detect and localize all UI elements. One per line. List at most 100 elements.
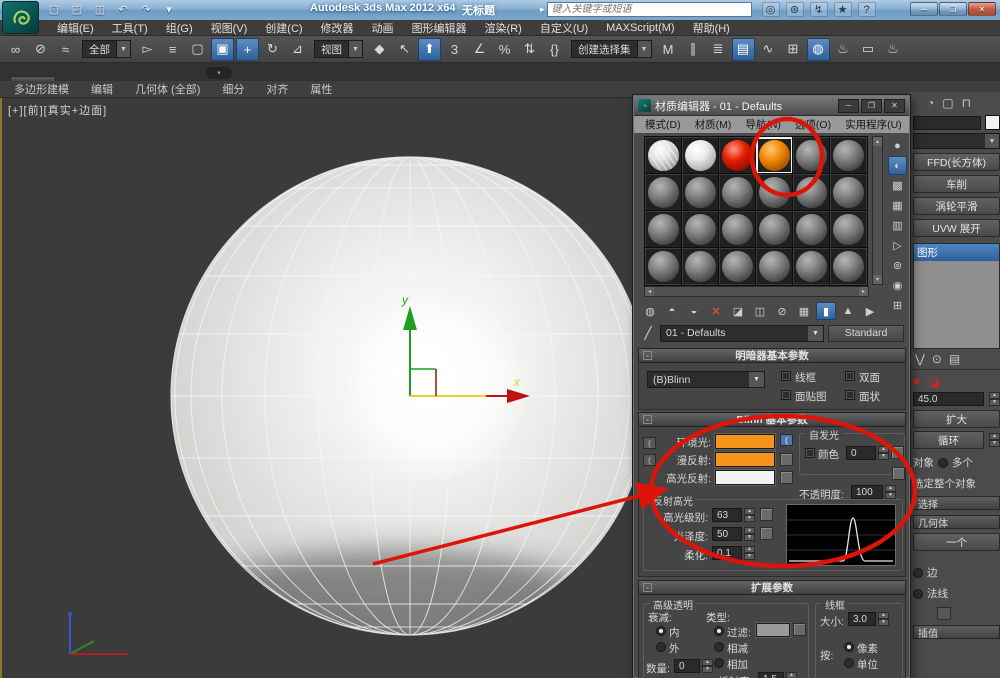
modifier-button-turbosmooth[interactable]: 涡轮平滑 (913, 197, 1000, 215)
modifier-button-uvw-unwrap[interactable]: UVW 展开 (913, 219, 1000, 237)
me-menu-item[interactable]: 实用程序(U) (838, 117, 909, 132)
select-and-manipulate-icon[interactable]: ↖ (393, 38, 416, 61)
face-map-checkbox[interactable] (781, 390, 791, 400)
angle-spinner[interactable]: ▲ ▼ (989, 392, 1000, 406)
key-icon[interactable]: ⊛ (785, 2, 804, 17)
named-selection-dropdown[interactable]: 创建选择集 ▼ (571, 40, 652, 58)
angle-snap-icon[interactable]: ∠ (468, 38, 491, 61)
ribbon-panel-label[interactable]: 多边形建模 (14, 81, 69, 97)
percent-snap-icon[interactable]: % (493, 38, 516, 61)
schematic-view-icon[interactable]: ⊞ (782, 38, 805, 61)
material-slot-1[interactable] (644, 136, 683, 175)
units-radio[interactable] (844, 658, 854, 668)
background-icon[interactable]: ▩ (888, 176, 907, 195)
collapse-icon[interactable]: - (643, 351, 652, 360)
undo-icon[interactable]: ↶ (113, 1, 133, 18)
ribbon-display-toggle[interactable]: ▾ (206, 67, 232, 79)
ribbon-panel-label[interactable]: 属性 (310, 81, 332, 97)
favorites-star-icon[interactable]: ★ (833, 2, 852, 17)
motion-tab-icon[interactable]: ◔ (927, 96, 934, 110)
collapse-icon[interactable]: - (643, 583, 652, 592)
diffuse-color-swatch[interactable] (715, 452, 775, 467)
specular-level-map-button[interactable] (760, 508, 773, 521)
amount-field[interactable]: 0 (674, 659, 700, 673)
edit-named-selections-icon[interactable]: {} (543, 38, 566, 61)
scroll-left-icon[interactable]: ◂ (645, 287, 654, 296)
select-rollout-bar[interactable]: 选择 (913, 496, 1000, 511)
normal-radio[interactable] (913, 588, 923, 599)
assign-material-to-selection-icon[interactable]: ◒ (684, 302, 704, 320)
material-slot-17[interactable] (792, 210, 831, 249)
multi-radio[interactable] (938, 457, 948, 468)
backlight-icon[interactable]: ◐ (888, 156, 907, 175)
menu-item[interactable]: 帮助(H) (684, 20, 739, 36)
material-editor-icon[interactable]: ◍ (806, 37, 830, 61)
stack-item-selected[interactable]: 图形 (914, 244, 999, 261)
select-and-move-icon[interactable]: + (236, 37, 259, 61)
open-file-icon[interactable]: ◰ (67, 1, 87, 18)
menu-item[interactable]: 图形编辑器 (403, 20, 476, 36)
wireframe-checkbox[interactable] (781, 371, 791, 381)
opacity-field[interactable]: 100 (851, 485, 883, 499)
menu-item[interactable]: 渲染(R) (476, 20, 531, 36)
get-material-icon[interactable]: ◍ (640, 302, 660, 320)
scroll-up-icon[interactable]: ▴ (873, 137, 882, 146)
keyboard-override-icon[interactable]: ⬆ (418, 37, 441, 61)
modifier-button-ffd[interactable]: FFD(长方体) (913, 153, 1000, 171)
blinn-basic-params-rollout[interactable]: - Blinn 基本参数 (638, 412, 906, 427)
material-slot-5[interactable] (792, 136, 831, 175)
object-color-swatch[interactable] (985, 115, 1000, 130)
menu-item[interactable]: 动画 (363, 20, 403, 36)
select-and-link-icon[interactable]: ∞ (4, 38, 27, 61)
reset-map-icon[interactable]: ✕ (706, 302, 726, 320)
unlink-selection-icon[interactable]: ⊘ (29, 38, 52, 61)
faceted-checkbox[interactable] (845, 390, 855, 400)
material-slot-4[interactable] (755, 136, 794, 175)
sample-uv-tiling-icon[interactable]: ▦ (888, 196, 907, 215)
menu-item[interactable]: 工具(T) (103, 20, 157, 36)
filter-map-button[interactable] (793, 623, 806, 636)
reference-coordinate-dropdown[interactable]: 视图 ▼ (314, 40, 363, 58)
shader-type-dropdown[interactable]: (B)Blinn ▼ (647, 371, 765, 388)
graphite-toggle-icon[interactable]: ▤ (731, 37, 755, 61)
select-whole-object-label[interactable]: 选定整个对象 (913, 476, 1000, 491)
menu-item[interactable]: 自定义(U) (531, 20, 597, 36)
selection-filter-dropdown[interactable]: 全部 ▼ (82, 40, 131, 58)
shader-basic-params-rollout[interactable]: - 明暗器基本参数 (638, 348, 906, 363)
pixels-radio[interactable] (844, 642, 854, 652)
slots-vertical-scrollbar[interactable]: ▴ ▾ (872, 136, 883, 285)
search-input[interactable] (546, 2, 752, 17)
material-slot-18[interactable] (829, 210, 868, 249)
close-button[interactable]: ✕ (968, 2, 996, 16)
options-icon[interactable]: ⊚ (888, 256, 907, 275)
material-slot-16[interactable] (755, 210, 794, 249)
size-spinner[interactable]: ▲ ▼ (878, 612, 889, 626)
opacity-map-button[interactable] (892, 467, 905, 480)
ior-field[interactable]: 1.5 (758, 672, 784, 678)
material-slot-8[interactable] (681, 173, 720, 212)
material-editor-titlebar[interactable]: ◔ 材质编辑器 - 01 - Defaults ─ ❐ ✕ (634, 96, 909, 116)
render-setup-icon[interactable]: ♨ (832, 38, 855, 61)
put-material-to-scene-icon[interactable]: ◓ (662, 302, 682, 320)
menu-item[interactable]: 视图(V) (202, 20, 257, 36)
ior-spinner[interactable]: ▲▼ (786, 672, 797, 678)
ambient-diffuse-lock-button[interactable]: ( (643, 437, 656, 449)
menu-item[interactable]: 编辑(E) (48, 20, 103, 36)
falloff-out-radio[interactable] (656, 642, 666, 652)
redo-icon[interactable]: ↷ (136, 1, 156, 18)
self-illum-map-button[interactable] (891, 446, 904, 459)
video-color-check-icon[interactable]: ▥ (888, 216, 907, 235)
material-slot-15[interactable] (718, 210, 757, 249)
specular-level-spinner[interactable]: ▲ ▼ (744, 508, 755, 522)
layer-manager-icon[interactable]: ≣ (707, 38, 730, 61)
material-slot-2[interactable] (681, 136, 720, 175)
ribbon-panel-label[interactable]: 几何体 (全部) (135, 81, 200, 97)
material-slot-3[interactable] (718, 136, 757, 175)
subtractive-radio[interactable] (714, 642, 724, 652)
amount-spinner[interactable]: ▲ ▼ (702, 659, 713, 673)
configure-modifier-sets-icon[interactable]: ▤ (949, 352, 960, 366)
show-end-result-icon[interactable]: ▮ (816, 302, 836, 320)
material-id-channel-icon[interactable]: ⊘ (772, 302, 792, 320)
glossiness-map-button[interactable] (760, 527, 773, 540)
use-pivot-center-icon[interactable]: ◆ (368, 38, 391, 61)
